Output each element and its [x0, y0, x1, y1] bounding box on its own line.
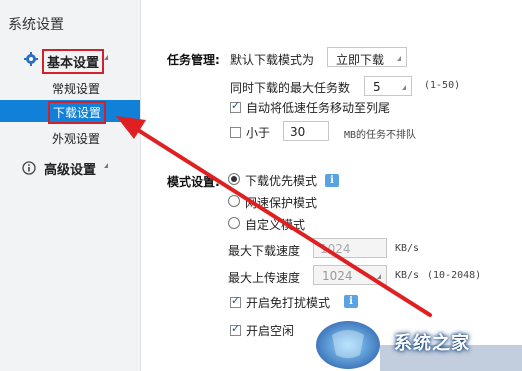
watermark: 系统之家 [308, 315, 522, 371]
arrow-head [116, 116, 146, 139]
arrow-shaft [128, 123, 432, 317]
watermark-text: 系统之家 [394, 333, 470, 354]
